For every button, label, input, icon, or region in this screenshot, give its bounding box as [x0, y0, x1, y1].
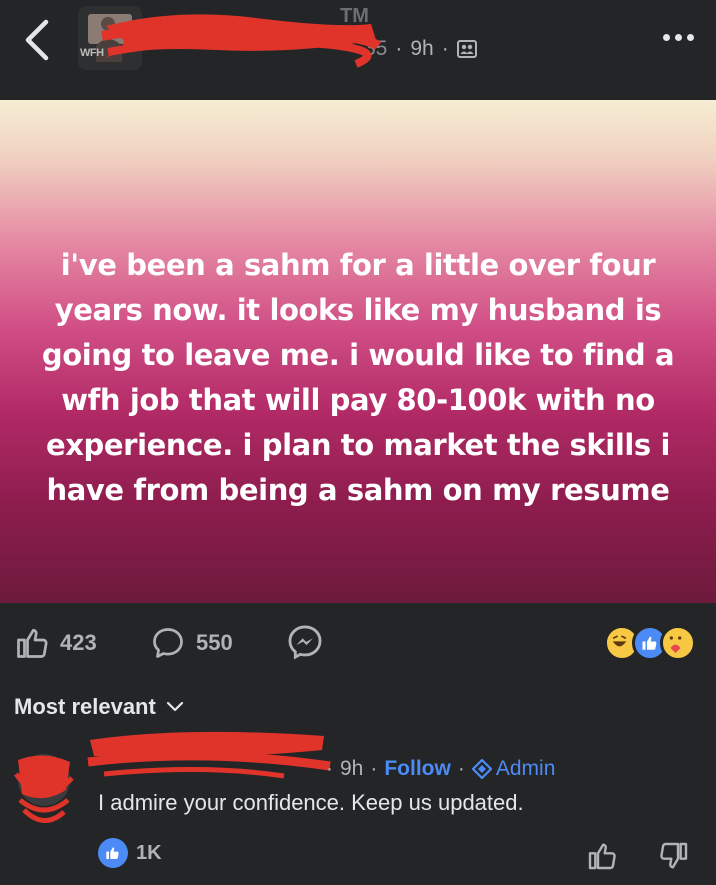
admin-label: Admin [495, 757, 556, 780]
meta-dot: · [457, 757, 465, 780]
reactions-summary[interactable] [604, 625, 698, 665]
comment-button[interactable]: 550 [150, 625, 233, 661]
post-header: WFH TM 35 · 9h · [0, 0, 716, 100]
post-background: i've been a sahm for a little over four … [0, 100, 716, 603]
post-text: i've been a sahm for a little over four … [41, 247, 675, 507]
comment-meta: · 9h · Follow · Admin [326, 757, 555, 781]
group-audience-icon [456, 40, 477, 58]
care-emoji-icon [660, 625, 696, 661]
post-time: 9h [410, 37, 434, 60]
meta-partial: 35 [364, 37, 388, 60]
avatar-label: WFH [80, 47, 104, 59]
back-chevron-icon[interactable] [18, 18, 58, 62]
like-reaction-icon [98, 838, 128, 868]
post-actions-bar: 423 550 [0, 603, 716, 683]
thumbs-up-icon [17, 628, 48, 658]
avatar-image [78, 6, 142, 70]
dot-icon [675, 34, 682, 41]
commenter-avatar[interactable] [13, 750, 74, 830]
admin-diamond-icon [471, 759, 492, 779]
meta-dot: · [326, 757, 333, 780]
meta-separator: · [395, 37, 403, 60]
group-name-fragment: TM [340, 5, 369, 27]
comment-reaction-count[interactable]: 1K [98, 838, 162, 868]
meta-dot: · [370, 757, 378, 780]
post-meta: 35 · 9h · [364, 37, 477, 61]
like-button[interactable]: 423 [14, 625, 97, 661]
redaction-scribble-avatar [13, 754, 74, 823]
admin-badge: Admin [471, 757, 556, 781]
comment-count: 550 [196, 630, 233, 655]
sort-label: Most relevant [14, 694, 156, 719]
comment-downvote-icon[interactable] [658, 840, 690, 872]
comment-text: I admire your confidence. Keep us update… [98, 790, 524, 815]
messenger-share-button[interactable] [286, 623, 324, 661]
redaction-scribble-name [87, 731, 331, 779]
dot-icon [687, 34, 694, 41]
messenger-icon [288, 625, 322, 660]
comment-upvote-icon[interactable] [586, 840, 618, 872]
comment-sort-dropdown[interactable]: Most relevant [14, 694, 184, 720]
follow-link[interactable]: Follow [384, 757, 451, 781]
chevron-down-icon [166, 701, 183, 712]
dot-icon [663, 34, 670, 41]
group-avatar[interactable]: WFH [78, 6, 142, 70]
more-options-button[interactable] [663, 34, 694, 41]
comment-bubble-icon [153, 628, 183, 658]
meta-separator-2: · [441, 37, 449, 60]
comment-time: 9h [340, 757, 364, 780]
comment-like-count: 1K [136, 841, 162, 864]
like-count: 423 [60, 630, 97, 655]
